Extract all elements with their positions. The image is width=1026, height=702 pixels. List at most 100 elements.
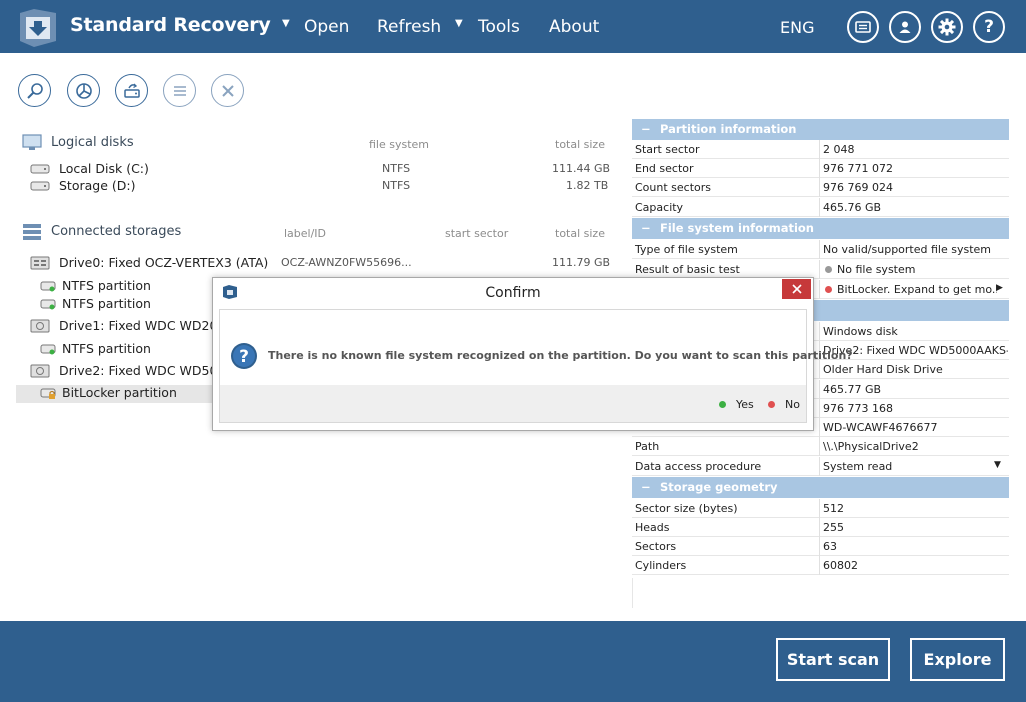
search-icon xyxy=(26,82,43,99)
partition-name: NTFS partition xyxy=(62,341,151,356)
image-button[interactable] xyxy=(115,74,148,107)
fs-info-header[interactable]: − File system information xyxy=(632,218,1009,239)
close-icon xyxy=(791,284,802,294)
tools-dropdown-arrow-icon[interactable]: ▼ xyxy=(455,18,463,29)
property-row: End sector 976 771 072 xyxy=(632,159,1009,178)
panel-divider xyxy=(632,578,633,608)
messages-icon xyxy=(855,21,871,33)
app-title: Standard Recovery xyxy=(70,14,271,36)
col-total-size: total size xyxy=(555,138,605,151)
property-row: Start sector 2 048 xyxy=(632,140,1009,159)
close-icon xyxy=(221,84,234,97)
account-button[interactable] xyxy=(889,11,921,43)
list-icon xyxy=(173,85,186,96)
explore-button[interactable]: Explore xyxy=(910,638,1005,681)
drive-name: Drive1: Fixed WDC WD20EZ xyxy=(59,318,234,333)
expand-arrow-icon[interactable]: ▶ xyxy=(996,283,1003,293)
disk-name: Storage (D:) xyxy=(59,178,136,193)
yes-button[interactable]: Yes xyxy=(736,398,754,411)
list-button[interactable] xyxy=(163,74,196,107)
list-item[interactable]: Storage (D:) NTFS 1.82 TB xyxy=(16,178,608,196)
property-row: Count sectors 976 769 024 xyxy=(632,178,1009,197)
confirm-dialog: Confirm ? There is no known file system … xyxy=(212,277,853,431)
settings-button[interactable] xyxy=(931,11,963,43)
title-bar: Standard Recovery ▼ Open Refresh ▼ Tools… xyxy=(0,0,1026,53)
menu-about[interactable]: About xyxy=(549,17,599,37)
question-icon: ? xyxy=(231,343,257,369)
chevron-down-icon[interactable]: ▼ xyxy=(994,460,1001,470)
hard-disk-icon xyxy=(30,164,50,174)
partition-icon xyxy=(40,281,56,292)
dialog-title: Confirm xyxy=(485,285,541,301)
disk-name: Local Disk (C:) xyxy=(59,161,149,176)
bitlocker-lock-icon xyxy=(40,388,56,399)
start-scan-button[interactable]: Start scan xyxy=(776,638,890,681)
drive-name: Drive0: Fixed OCZ-VERTEX3 (ATA) xyxy=(59,255,269,270)
disk-total-size: 1.82 TB xyxy=(566,179,609,192)
partition-name: NTFS partition xyxy=(62,278,151,293)
collapse-icon: − xyxy=(641,122,651,136)
dialog-body: ? There is no known file system recogniz… xyxy=(219,309,853,423)
menu-tools[interactable]: Tools xyxy=(478,17,520,37)
help-button[interactable]: ? xyxy=(973,11,1005,43)
open-dropdown-arrow-icon[interactable]: ▼ xyxy=(282,18,290,29)
pie-chart-icon xyxy=(75,82,92,99)
property-row: Sector size (bytes) 512 xyxy=(632,499,1009,518)
no-dot-icon xyxy=(768,401,775,408)
menu-open[interactable]: Open xyxy=(304,17,349,37)
user-icon xyxy=(899,21,911,33)
col-start-sector: start sector xyxy=(445,227,509,240)
menu-refresh[interactable]: Refresh xyxy=(377,17,441,37)
drive-icon xyxy=(30,319,50,333)
data-access-dropdown[interactable]: Data access procedure System read ▼ xyxy=(632,457,1009,476)
no-button[interactable]: No xyxy=(785,398,800,411)
language-selector[interactable]: ENG xyxy=(780,18,814,37)
close-button[interactable] xyxy=(211,74,244,107)
col-total-size-storage: total size xyxy=(555,227,605,240)
svg-text:?: ? xyxy=(239,347,249,367)
list-item[interactable]: Local Disk (C:) NTFS 111.44 GB xyxy=(16,161,611,179)
disk-file-system: NTFS xyxy=(382,162,411,175)
logical-disks-title: Logical disks xyxy=(51,135,134,150)
drive-name: Drive2: Fixed WDC WD5000 xyxy=(59,363,234,378)
property-row: Cylinders 60802 xyxy=(632,556,1009,575)
disk-total-size: 111.44 GB xyxy=(552,162,611,175)
property-row: Type of file system No valid/supported fi… xyxy=(632,240,1009,259)
disk-image-icon xyxy=(123,83,140,98)
bottom-bar: Start scan Explore xyxy=(0,621,1026,702)
partition-name: NTFS partition xyxy=(62,296,151,311)
search-button[interactable] xyxy=(18,74,51,107)
partition-info-header[interactable]: − Partition information xyxy=(632,119,1009,140)
property-row: Heads 255 xyxy=(632,518,1009,537)
dialog-footer: Yes No xyxy=(220,385,806,422)
gear-icon xyxy=(938,18,956,36)
messages-button[interactable] xyxy=(847,11,879,43)
chart-button[interactable] xyxy=(67,74,100,107)
col-file-system: file system xyxy=(369,138,430,151)
yes-dot-icon xyxy=(719,401,726,408)
monitor-icon xyxy=(22,134,42,155)
property-row: Capacity 465.76 GB xyxy=(632,198,1009,217)
drive-icon xyxy=(30,364,50,378)
help-icon: ? xyxy=(984,17,994,37)
disk-file-system: NTFS xyxy=(382,179,411,192)
partition-name: BitLocker partition xyxy=(62,385,177,400)
dialog-title-bar[interactable]: Confirm xyxy=(213,278,813,308)
dialog-close-button[interactable] xyxy=(782,279,811,299)
app-logo-icon xyxy=(16,7,62,49)
connected-storages-title: Connected storages xyxy=(51,224,182,239)
drive-label-id: OCZ-AWNZ0FW55696... xyxy=(281,256,412,269)
error-dot-icon xyxy=(825,286,832,293)
dialog-message: There is no known file system recognized… xyxy=(268,349,853,362)
drive-total-size: 111.79 GB xyxy=(552,256,611,269)
collapse-icon: − xyxy=(641,221,651,235)
storage-stack-icon xyxy=(22,223,42,244)
drive-icon xyxy=(30,256,50,270)
geometry-header[interactable]: − Storage geometry xyxy=(632,477,1009,498)
hard-disk-icon xyxy=(30,181,50,191)
partition-icon xyxy=(40,299,56,310)
col-label-id: label/ID xyxy=(284,227,327,240)
property-row: Path \\.\PhysicalDrive2 xyxy=(632,437,1009,456)
table-row[interactable]: Drive0: Fixed OCZ-VERTEX3 (ATA) OCZ-AWNZ… xyxy=(16,255,611,273)
status-dot-icon xyxy=(825,266,832,273)
